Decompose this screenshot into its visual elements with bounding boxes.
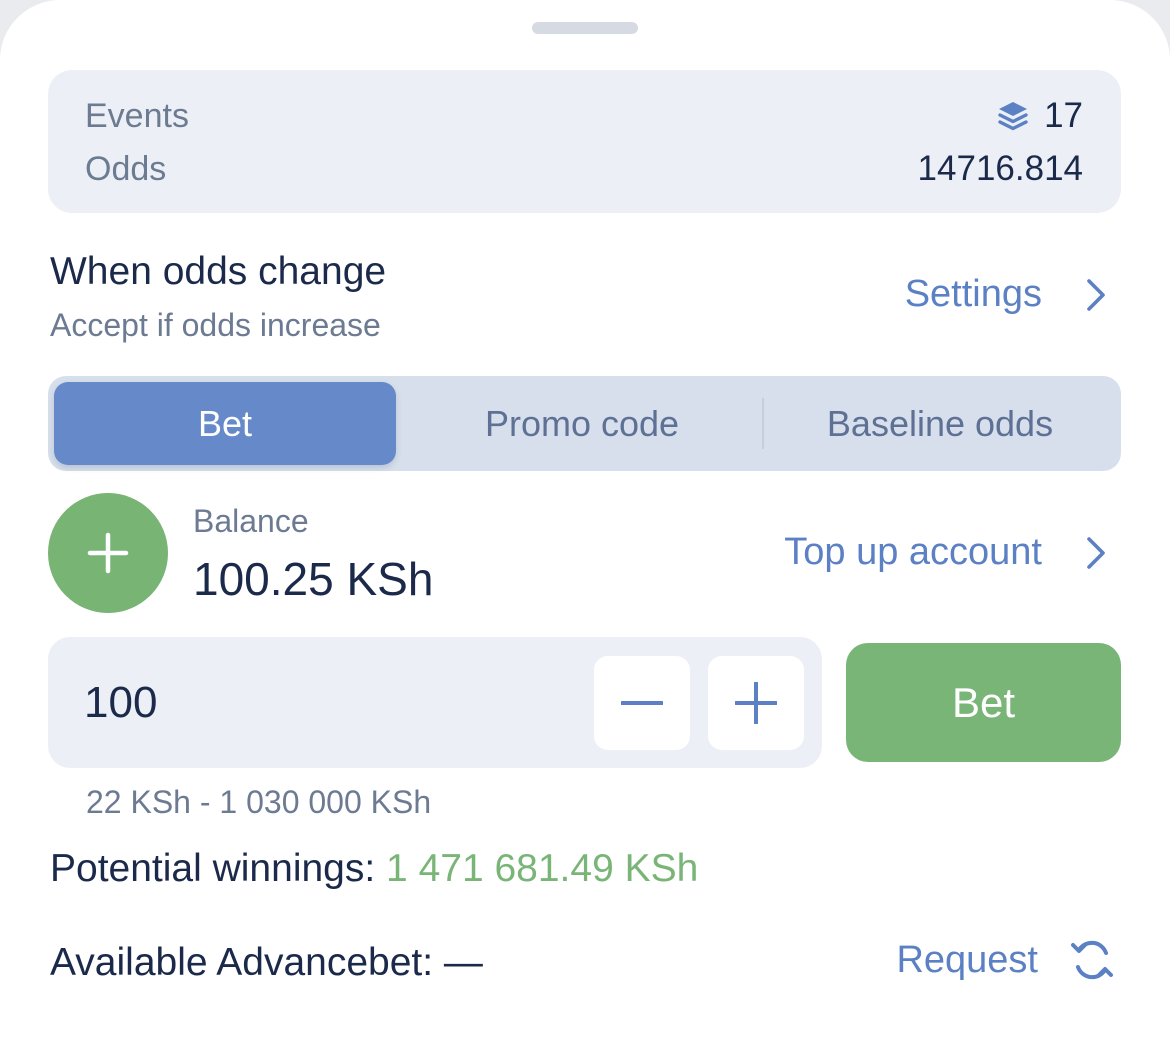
top-up-account-link[interactable]: Top up account [784,531,1106,574]
balance-value: 100.25 KSh [193,553,434,605]
available-advancebet: Available Advancebet: — [50,941,483,984]
odds-value: 14716.814 [917,149,1083,188]
request-advancebet-link[interactable]: Request [896,936,1114,984]
bet-mode-tabs: Bet Promo code Baseline odds [48,376,1121,471]
request-label: Request [896,938,1038,981]
bet-slip-sheet: Events 17 Odds 14716.814 When odds chang… [0,0,1170,1039]
stake-input[interactable] [84,675,564,731]
top-up-label: Top up account [784,531,1042,573]
chevron-right-icon [1087,536,1105,569]
plus-icon [87,532,129,574]
odds-change-title: When odds change [50,250,387,293]
top-up-plus-button[interactable] [48,493,168,613]
balance-label: Balance [193,503,309,539]
events-count: 17 [996,96,1083,136]
settings-label: Settings [904,273,1042,315]
stake-range: 22 KSh - 1 030 000 KSh [86,784,432,820]
potential-winnings: Potential winnings: 1 471 681.49 KSh [50,847,698,891]
place-bet-button[interactable]: Bet [846,643,1121,762]
increase-stake-button[interactable] [708,656,804,750]
events-count-value: 17 [1044,96,1083,135]
events-label: Events [85,97,189,135]
summary-card: Events 17 Odds 14716.814 [48,70,1121,213]
decrease-stake-button[interactable] [594,656,690,750]
tab-bet[interactable]: Bet [54,382,396,465]
odds-label: Odds [85,150,167,188]
stack-layers-icon [998,102,1028,131]
tab-baseline-odds[interactable]: Baseline odds [764,382,1116,465]
potential-winnings-label: Potential winnings: [50,847,376,890]
odds-change-subtitle: Accept if odds increase [50,307,381,343]
refresh-icon [1071,940,1113,980]
chevron-right-icon [1087,278,1105,311]
tab-promo-code[interactable]: Promo code [402,382,762,465]
stake-field [48,637,822,768]
potential-winnings-value: 1 471 681.49 KSh [386,847,699,890]
plus-icon [735,682,777,724]
settings-link[interactable]: Settings [905,273,1106,316]
sheet-grabber[interactable] [532,22,638,34]
minus-icon [621,701,663,705]
